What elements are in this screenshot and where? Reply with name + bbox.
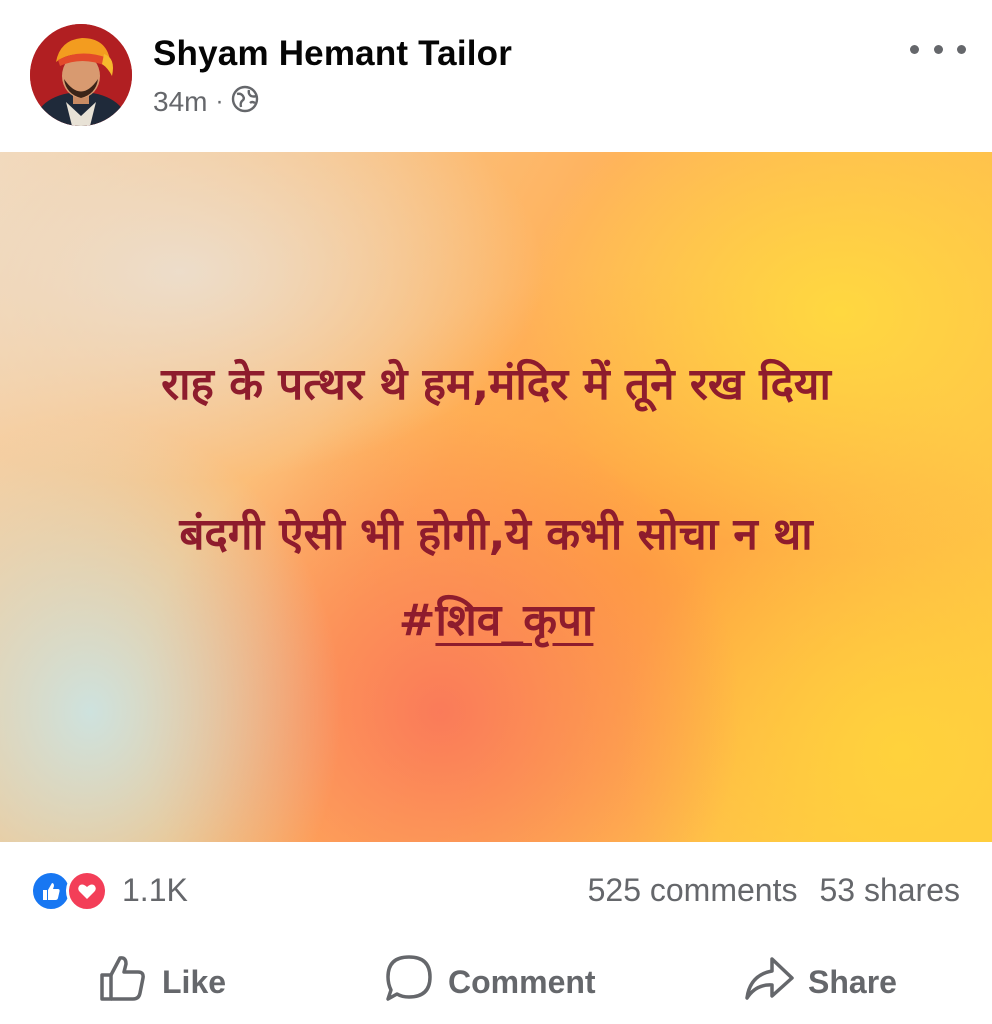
reaction-icons[interactable]: [30, 870, 116, 912]
post-meta: 34m ·: [153, 84, 259, 120]
hashtag-link[interactable]: #शिव_कृपा: [0, 588, 992, 648]
shares-count[interactable]: 53 shares: [819, 872, 960, 909]
comment-button[interactable]: Comment: [384, 950, 596, 1014]
avatar-image: [30, 24, 132, 126]
like-icon: [98, 953, 148, 1011]
meta-separator: ·: [215, 88, 224, 115]
avatar[interactable]: [30, 24, 132, 126]
comment-label: Comment: [448, 963, 596, 1000]
post-stats: 525 comments 53 shares: [588, 872, 960, 909]
facebook-post: Shyam Hemant Tailor 34m · राह के पत्थर थ…: [0, 0, 992, 1024]
like-button[interactable]: Like: [98, 950, 226, 1014]
share-button[interactable]: Share: [744, 950, 897, 1014]
post-header: Shyam Hemant Tailor 34m ·: [0, 0, 992, 152]
love-reaction-icon: [66, 870, 108, 912]
globe-icon: [231, 85, 259, 120]
like-label: Like: [162, 963, 227, 1000]
comments-count[interactable]: 525 comments: [588, 872, 798, 909]
hashtag-text: शिव_कृपा: [435, 595, 594, 646]
more-options-icon[interactable]: [910, 34, 966, 64]
hashtag-prefix: #: [398, 595, 436, 646]
share-label: Share: [808, 963, 897, 1000]
post-text-line-1: राह के पत्थर थे हम,मंदिर में तूने रख दिय…: [161, 359, 831, 410]
comment-icon: [384, 953, 434, 1011]
post-text-line-2: बंदगी ऐसी भी होगी,ये कभी सोचा न था: [179, 509, 813, 560]
post-timestamp[interactable]: 34m: [153, 86, 207, 118]
text-post-background: राह के पत्थर थे हम,मंदिर में तूने रख दिय…: [0, 152, 992, 842]
share-icon: [744, 953, 794, 1011]
author-name[interactable]: Shyam Hemant Tailor: [153, 34, 512, 74]
reaction-count[interactable]: 1.1K: [122, 872, 188, 909]
